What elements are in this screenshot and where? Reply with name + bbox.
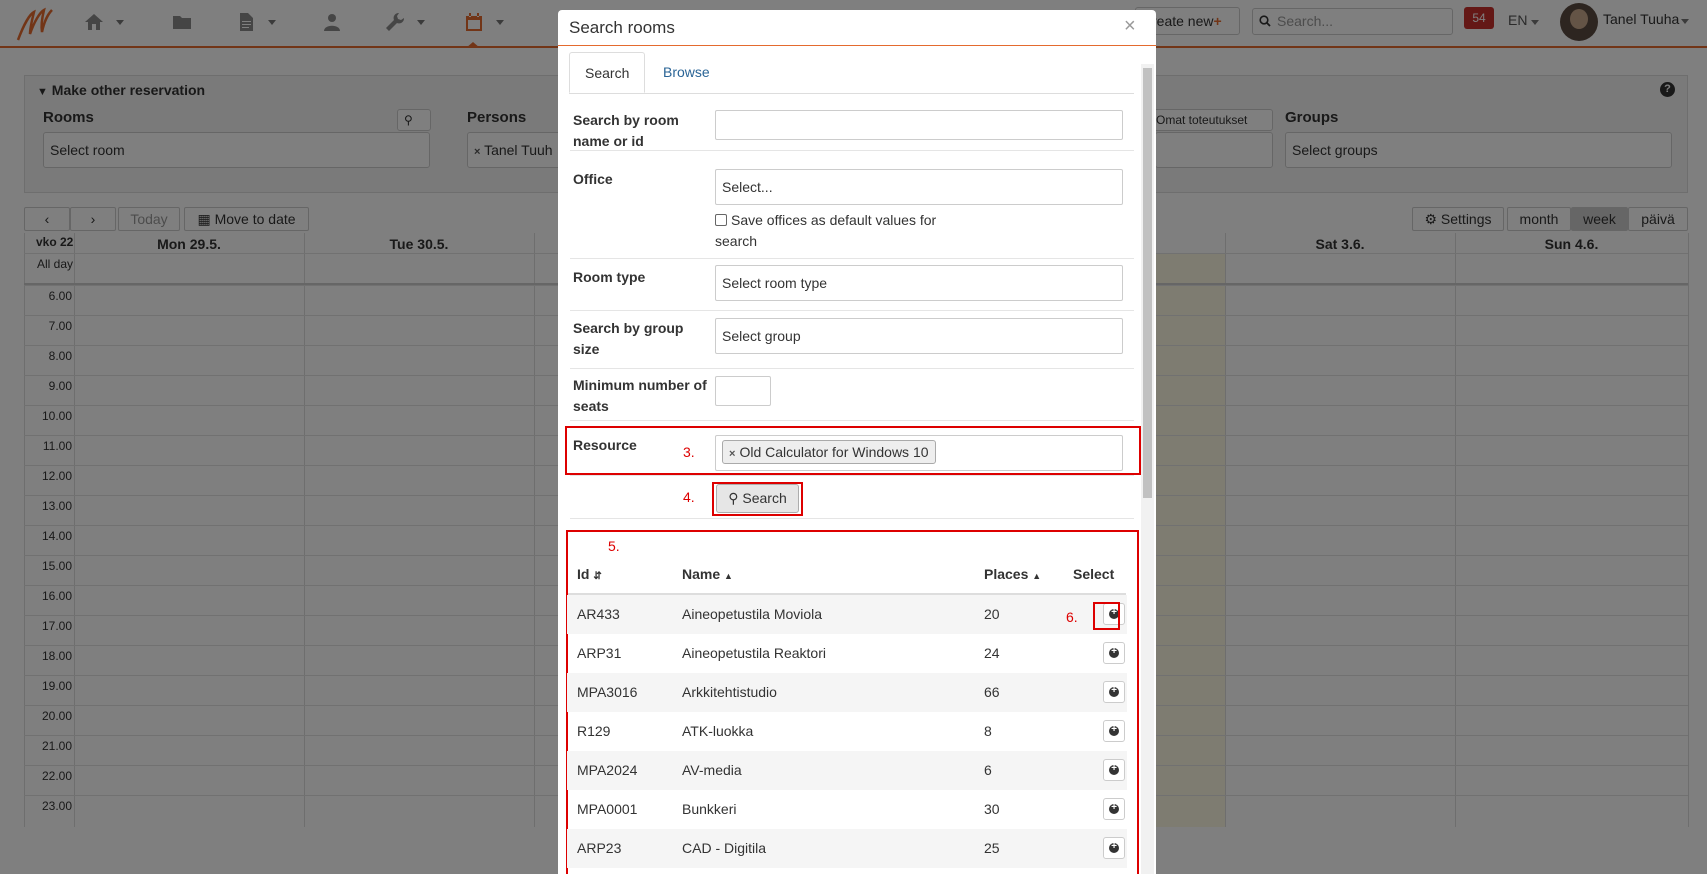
table-row: AR433 Aineopetustila Moviola 20	[567, 595, 1127, 634]
room-places-cell: 24	[984, 645, 1000, 661]
row-min-seats: Minimum number of seats	[570, 369, 1134, 421]
tab-search[interactable]: Search	[569, 52, 646, 93]
column-header-places[interactable]: Places ▲	[984, 566, 1041, 582]
close-icon[interactable]: ×	[1124, 16, 1136, 36]
modal-title: Search rooms	[569, 18, 675, 37]
table-row: MPA3016 Arkkitehtistudio 66	[567, 673, 1127, 712]
modal-scrollbar-thumb[interactable]	[1143, 68, 1152, 498]
select-room-button[interactable]	[1103, 720, 1125, 742]
column-header-id-label: Id	[577, 566, 590, 582]
select-room-button[interactable]	[1103, 759, 1125, 781]
row-search-by-name: Search by room name or id	[570, 94, 1134, 151]
room-places-cell: 25	[984, 840, 1000, 856]
group-size-label: Search by group size	[573, 320, 684, 357]
save-offices-option: Save offices as default values for searc…	[715, 210, 945, 252]
sort-asc-icon: ▲	[1032, 571, 1042, 581]
table-row: ARP31 Aineopetustila Reaktori 24	[567, 634, 1127, 673]
room-type-label: Room type	[573, 269, 646, 285]
column-header-name[interactable]: Name ▲	[682, 566, 733, 582]
office-select[interactable]: Select...	[715, 169, 1123, 205]
select-room-button[interactable]	[1103, 837, 1125, 859]
column-header-places-label: Places	[984, 566, 1029, 582]
tab-browse[interactable]: Browse	[648, 52, 725, 93]
room-id-cell: MPA2024	[577, 762, 638, 778]
room-type-select[interactable]: Select room type	[715, 265, 1123, 301]
sort-asc-icon: ▲	[724, 571, 733, 581]
room-name-cell: CAD - Digitila	[682, 840, 767, 856]
save-offices-label: Save offices as default values for searc…	[715, 212, 937, 249]
column-header-name-label: Name	[682, 566, 721, 582]
room-id-cell: ARP23	[577, 840, 622, 856]
room-places-cell: 20	[984, 606, 1000, 622]
table-row: MPA0001 Bunkkeri 30	[567, 790, 1127, 829]
select-room-button[interactable]	[1103, 798, 1125, 820]
sort-icon: ⇵	[593, 571, 602, 582]
room-name-cell: Arkkitehtistudio	[682, 684, 777, 700]
save-offices-checkbox[interactable]	[715, 214, 727, 226]
select-room-button[interactable]	[1103, 642, 1125, 664]
room-id-cell: R129	[577, 723, 611, 739]
row-office: Office Select... Save offices as default…	[570, 151, 1134, 259]
room-id-cell: AR433	[577, 606, 620, 622]
column-header-id[interactable]: Id ⇵	[577, 566, 602, 582]
row-room-type: Room type Select room type	[570, 259, 1134, 311]
room-name-input[interactable]	[715, 110, 1123, 140]
modal-header: Search rooms ×	[558, 10, 1156, 46]
row-group-size: Search by group size Select group	[570, 311, 1134, 369]
table-row: R129 ATK-luokka 8	[567, 712, 1127, 751]
room-places-cell: 6	[984, 762, 992, 778]
highlight-search-button	[712, 482, 803, 516]
room-name-cell: Bunkkeri	[682, 801, 737, 817]
room-id-cell: MPA0001	[577, 801, 638, 817]
column-header-select: Select	[1073, 566, 1115, 582]
step-3-marker: 3.	[683, 444, 695, 460]
room-places-cell: 30	[984, 801, 1000, 817]
room-name-cell: ATK-luokka	[682, 723, 754, 739]
room-name-cell: AV-media	[682, 762, 742, 778]
search-rooms-modal: Search rooms × Search Browse Search by r…	[558, 10, 1156, 874]
step-5-marker: 5.	[608, 538, 620, 554]
highlight-resource	[565, 426, 1141, 475]
room-id-cell: MPA3016	[577, 684, 638, 700]
search-by-name-label: Search by room name or id	[573, 112, 679, 149]
min-seats-input[interactable]	[715, 376, 771, 406]
office-label: Office	[573, 171, 613, 187]
room-places-cell: 8	[984, 723, 992, 739]
table-row: MPA2024 AV-media 6	[567, 751, 1127, 790]
step-6-marker: 6.	[1066, 609, 1078, 625]
group-size-select[interactable]: Select group	[715, 318, 1123, 354]
room-places-cell: 66	[984, 684, 1000, 700]
select-room-button[interactable]	[1103, 681, 1125, 703]
room-name-cell: Aineopetustila Moviola	[682, 606, 823, 622]
room-id-cell: ARP31	[577, 645, 622, 661]
min-seats-label: Minimum number of seats	[573, 377, 707, 414]
room-name-cell: Aineopetustila Reaktori	[682, 645, 826, 661]
table-row: ARP23 CAD - Digitila 25	[567, 829, 1127, 868]
divider	[570, 518, 1134, 519]
step-4-marker: 4.	[683, 489, 695, 505]
